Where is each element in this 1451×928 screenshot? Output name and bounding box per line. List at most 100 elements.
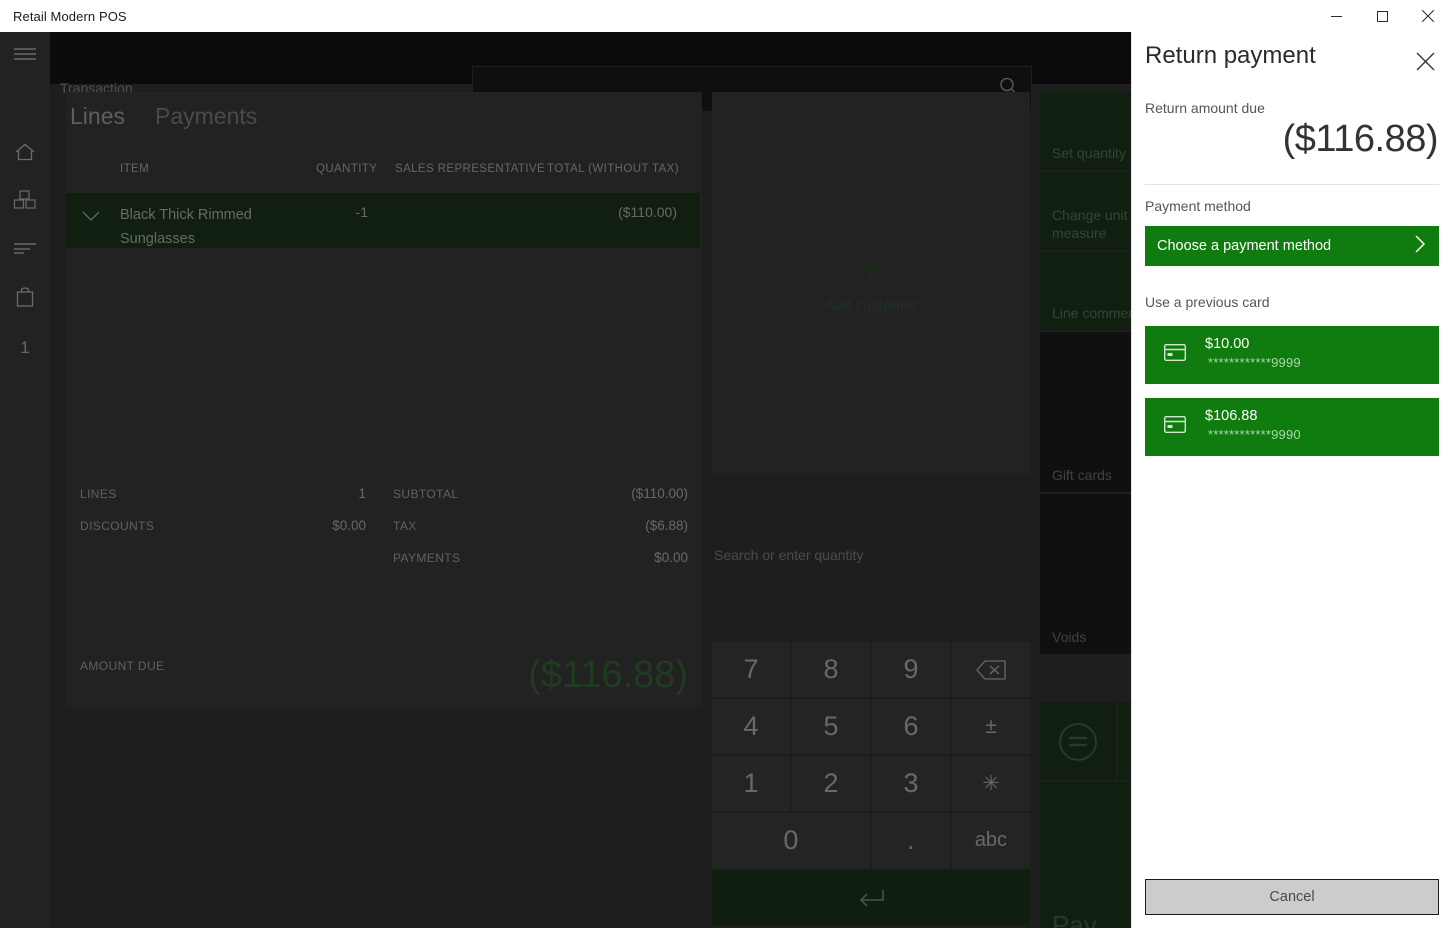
quantity-search-input[interactable]: Search or enter quantity [712, 547, 1030, 607]
key-5[interactable]: 5 [792, 699, 870, 754]
tile-set-quantity-label: Set quantity [1052, 145, 1126, 161]
previous-card-amount-2: $106.88 [1205, 408, 1258, 424]
chevron-right-icon [1415, 234, 1426, 258]
keypad-row: 0 . abc [712, 813, 1030, 868]
key-1[interactable]: 1 [712, 756, 790, 811]
maximize-button[interactable] [1359, 0, 1405, 32]
totals-payments-label: PAYMENTS [393, 551, 461, 565]
key-0[interactable]: 0 [712, 813, 870, 868]
row-item-name: Black Thick Rimmed Sunglasses [120, 207, 252, 247]
home-icon [14, 142, 36, 167]
bag-icon [15, 286, 35, 313]
previous-card-button-1[interactable]: $10.00 ************9999 [1145, 326, 1439, 384]
column-quantity: QUANTITY [316, 163, 378, 175]
tab-lines[interactable]: Lines [70, 103, 125, 130]
payment-method-label: Payment method [1145, 198, 1251, 214]
key-asterisk[interactable]: ✳ [952, 756, 1030, 811]
plus-icon: + [859, 247, 883, 292]
sidebar-item-home[interactable] [0, 130, 50, 178]
sidebar-item-products[interactable] [0, 178, 50, 226]
sidebar: 1 [0, 32, 50, 928]
tab-payments[interactable]: Payments [155, 103, 257, 130]
window-controls [1313, 0, 1451, 32]
key-8[interactable]: 8 [792, 642, 870, 697]
lines-icon [14, 241, 36, 259]
keypad-row: 4 5 6 ± [712, 699, 1030, 754]
totals-lines-value: 1 [358, 486, 366, 501]
column-total: TOTAL (WITHOUT TAX) [547, 163, 679, 175]
key-3[interactable]: 3 [872, 756, 950, 811]
table-row[interactable]: Black Thick Rimmed Sunglasses -1 ($110.0… [66, 193, 700, 248]
choose-payment-method-label: Choose a payment method [1157, 238, 1332, 254]
flyout-header: Return payment [1132, 32, 1451, 88]
divider [1145, 184, 1439, 185]
equals-circle-icon [1058, 722, 1098, 767]
key-6[interactable]: 6 [872, 699, 950, 754]
choose-payment-method-button[interactable]: Choose a payment method [1145, 226, 1439, 266]
key-2[interactable]: 2 [792, 756, 870, 811]
previous-card-label: Use a previous card [1145, 294, 1270, 310]
key-9[interactable]: 9 [872, 642, 950, 697]
tile-gift-cards-label: Gift cards [1052, 467, 1112, 483]
totals-discounts-label: DISCOUNTS [80, 519, 155, 533]
quantity-search-placeholder: Search or enter quantity [714, 547, 864, 563]
totals-tax-label: TAX [393, 519, 417, 533]
key-decimal[interactable]: . [871, 813, 950, 868]
return-amount-due-value: ($116.88) [1282, 118, 1439, 160]
keypad-row: 7 8 9 [712, 642, 1030, 697]
totals-subtotal-value: ($110.00) [631, 486, 688, 501]
cancel-button[interactable]: Cancel [1145, 879, 1439, 915]
sidebar-item-lines[interactable] [0, 226, 50, 274]
transaction-panel: Lines Payments ITEM QUANTITY SALES REPRE… [66, 92, 702, 707]
hamburger-icon [14, 47, 36, 66]
amount-due-label: AMOUNT DUE [80, 659, 165, 673]
chevron-down-icon[interactable] [82, 209, 100, 227]
return-amount-due-label: Return amount due [1145, 100, 1265, 116]
flyout-title: Return payment [1145, 42, 1316, 69]
add-customer-label: Add customer [824, 296, 918, 314]
table-header: ITEM QUANTITY SALES REPRESENTATIVE TOTAL… [66, 163, 702, 189]
numeric-keypad: 7 8 9 4 5 6 ± 1 2 3 ✳ 0 . abc [712, 642, 1030, 925]
totals-lines-label: LINES [80, 487, 117, 501]
previous-card-number-2: ************9990 [1208, 427, 1301, 442]
minimize-button[interactable] [1313, 0, 1359, 32]
app-window: Retail Modern POS 1 Transaction Lines Pa… [0, 0, 1451, 928]
window-title: Retail Modern POS [13, 8, 127, 24]
key-abc[interactable]: abc [951, 813, 1030, 868]
previous-card-number-1: ************9999 [1208, 355, 1301, 370]
add-customer-button[interactable]: + Add customer [712, 92, 1030, 474]
keypad-row: 1 2 3 ✳ [712, 756, 1030, 811]
card-icon [1163, 415, 1187, 438]
return-payment-flyout: Return payment Return amount due ($116.8… [1131, 32, 1451, 928]
column-sales-rep: SALES REPRESENTATIVE [395, 163, 546, 175]
close-icon[interactable] [1410, 46, 1440, 76]
totals-discounts-value: $0.00 [332, 518, 366, 533]
previous-card-amount-1: $10.00 [1205, 336, 1250, 352]
transaction-tabs: Lines Payments [66, 92, 287, 140]
close-button[interactable] [1405, 0, 1451, 32]
totals-tax-value: ($6.88) [645, 518, 688, 533]
tile-equals[interactable] [1040, 702, 1116, 780]
row-total: ($110.00) [618, 204, 677, 220]
column-item: ITEM [120, 163, 150, 175]
tile-line-comment-label: Line comment [1052, 305, 1140, 321]
amount-due-value: ($116.88) [528, 654, 688, 696]
center-column: + Add customer Search or enter quantity … [712, 92, 1030, 928]
tile-pay-label: Pay [1052, 910, 1097, 928]
sidebar-item-menu[interactable] [0, 32, 50, 80]
key-4[interactable]: 4 [712, 699, 790, 754]
sidebar-item-count-label: 1 [20, 338, 30, 357]
previous-card-button-2[interactable]: $106.88 ************9990 [1145, 398, 1439, 456]
totals-section: LINES 1 DISCOUNTS $0.00 SUBTOTAL ($110.0… [66, 455, 702, 707]
totals-payments-value: $0.00 [654, 550, 688, 565]
key-plus-minus[interactable]: ± [952, 699, 1030, 754]
enter-icon[interactable] [712, 870, 1030, 925]
title-bar: Retail Modern POS [0, 0, 1451, 32]
sidebar-item-count[interactable]: 1 [0, 324, 50, 372]
backspace-icon[interactable] [952, 642, 1030, 697]
totals-subtotal-label: SUBTOTAL [393, 487, 459, 501]
products-icon [13, 189, 37, 215]
tile-voids-label: Voids [1052, 629, 1087, 645]
sidebar-item-bag[interactable] [0, 275, 50, 323]
key-7[interactable]: 7 [712, 642, 790, 697]
